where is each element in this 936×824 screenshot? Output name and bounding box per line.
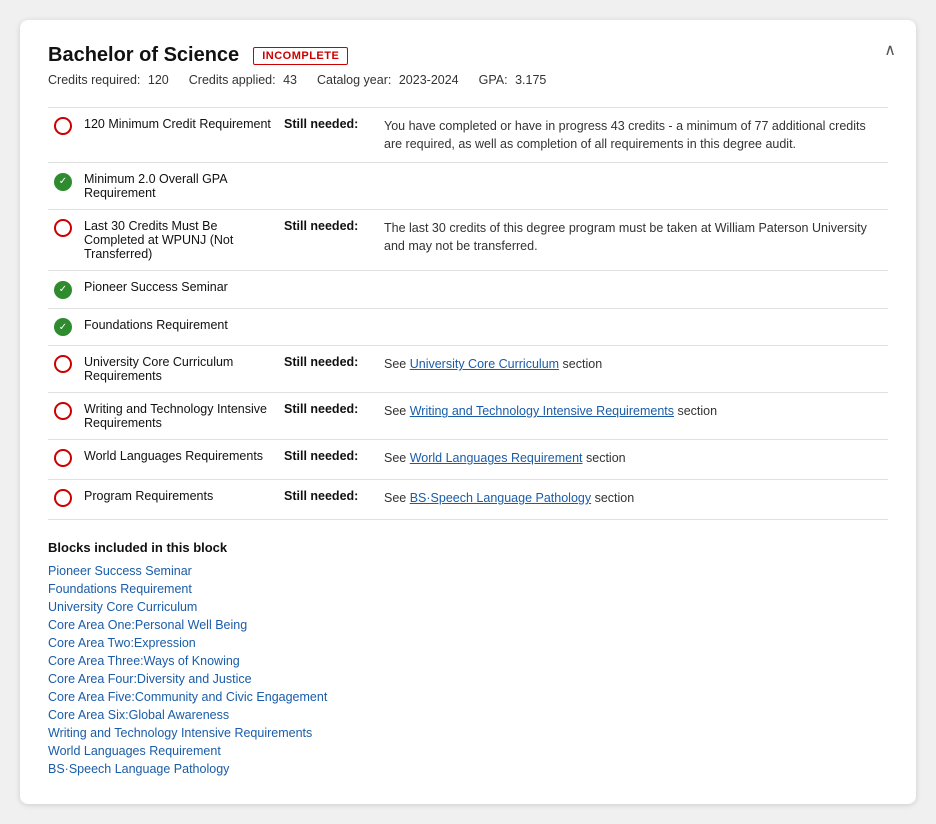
block-link[interactable]: Core Area Three:Ways of Knowing <box>48 654 240 668</box>
requirement-description: See BS·Speech Language Pathology section <box>378 480 888 520</box>
table-row: ✓ Pioneer Success Seminar <box>48 271 888 309</box>
requirement-name: Writing and Technology Intensive Require… <box>78 393 278 440</box>
credits-applied: Credits applied: 43 <box>189 73 297 87</box>
catalog-year: Catalog year: 2023-2024 <box>317 73 459 87</box>
requirement-description: See University Core Curriculum section <box>378 346 888 393</box>
still-needed-label: Still needed: <box>278 210 378 271</box>
requirement-name: World Languages Requirements <box>78 440 278 480</box>
meta-row: Credits required: 120 Credits applied: 4… <box>48 73 888 87</box>
incomplete-icon <box>54 219 72 237</box>
incomplete-icon <box>54 117 72 135</box>
requirement-name: Pioneer Success Seminar <box>78 271 278 309</box>
block-link[interactable]: Core Area Four:Diversity and Justice <box>48 672 252 686</box>
incomplete-icon <box>54 449 72 467</box>
still-needed-label: Still needed: <box>278 393 378 440</box>
block-link[interactable]: Pioneer Success Seminar <box>48 564 192 578</box>
block-link[interactable]: Core Area Six:Global Awareness <box>48 708 229 722</box>
requirement-name: University Core Curriculum Requirements <box>78 346 278 393</box>
requirement-link[interactable]: BS·Speech Language Pathology <box>410 491 591 505</box>
list-item: Core Area Four:Diversity and Justice <box>48 671 888 686</box>
requirement-description <box>378 308 888 346</box>
requirement-description: The last 30 credits of this degree progr… <box>378 210 888 271</box>
block-link[interactable]: University Core Curriculum <box>48 600 197 614</box>
block-link[interactable]: World Languages Requirement <box>48 744 221 758</box>
incomplete-icon <box>54 489 72 507</box>
still-needed-label: Still needed: <box>278 480 378 520</box>
requirement-description: See World Languages Requirement section <box>378 440 888 480</box>
table-row: Last 30 Credits Must Be Completed at WPU… <box>48 210 888 271</box>
block-link[interactable]: Core Area One:Personal Well Being <box>48 618 247 632</box>
list-item: Writing and Technology Intensive Require… <box>48 725 888 740</box>
complete-icon: ✓ <box>54 318 72 336</box>
list-item: Core Area Three:Ways of Knowing <box>48 653 888 668</box>
gpa: GPA: 3.175 <box>479 73 547 87</box>
list-item: Core Area Two:Expression <box>48 635 888 650</box>
complete-icon: ✓ <box>54 281 72 299</box>
requirement-description <box>378 271 888 309</box>
still-needed-label <box>278 308 378 346</box>
collapse-button[interactable]: ∧ <box>884 40 896 60</box>
requirement-description: You have completed or have in progress 4… <box>378 108 888 163</box>
still-needed-label: Still needed: <box>278 108 378 163</box>
incomplete-icon <box>54 402 72 420</box>
list-item: Pioneer Success Seminar <box>48 563 888 578</box>
list-item: World Languages Requirement <box>48 743 888 758</box>
degree-title: Bachelor of Science <box>48 44 239 67</box>
requirement-name: Minimum 2.0 Overall GPA Requirement <box>78 163 278 210</box>
table-row: ✓ Minimum 2.0 Overall GPA Requirement <box>48 163 888 210</box>
block-link[interactable]: Core Area Five:Community and Civic Engag… <box>48 690 327 704</box>
table-row: ✓ Foundations Requirement <box>48 308 888 346</box>
requirement-description <box>378 163 888 210</box>
credits-required: Credits required: 120 <box>48 73 169 87</box>
blocks-list: Pioneer Success Seminar Foundations Requi… <box>48 563 888 776</box>
still-needed-label: Still needed: <box>278 440 378 480</box>
table-row: World Languages RequirementsStill needed… <box>48 440 888 480</box>
table-row: Program RequirementsStill needed:See BS·… <box>48 480 888 520</box>
list-item: Core Area Five:Community and Civic Engag… <box>48 689 888 704</box>
block-link[interactable]: Foundations Requirement <box>48 582 192 596</box>
requirement-description: See Writing and Technology Intensive Req… <box>378 393 888 440</box>
list-item: Core Area Six:Global Awareness <box>48 707 888 722</box>
table-row: 120 Minimum Credit RequirementStill need… <box>48 108 888 163</box>
still-needed-label: Still needed: <box>278 346 378 393</box>
block-link[interactable]: Core Area Two:Expression <box>48 636 196 650</box>
block-link[interactable]: Writing and Technology Intensive Require… <box>48 726 312 740</box>
requirement-link[interactable]: World Languages Requirement <box>410 451 583 465</box>
blocks-section: Blocks included in this block Pioneer Su… <box>48 540 888 776</box>
list-item: Foundations Requirement <box>48 581 888 596</box>
requirement-link[interactable]: Writing and Technology Intensive Require… <box>410 404 674 418</box>
still-needed-label <box>278 271 378 309</box>
requirement-name: Last 30 Credits Must Be Completed at WPU… <box>78 210 278 271</box>
blocks-title: Blocks included in this block <box>48 540 888 555</box>
status-badge: INCOMPLETE <box>253 47 348 65</box>
requirement-name: Program Requirements <box>78 480 278 520</box>
requirement-name: Foundations Requirement <box>78 308 278 346</box>
block-link[interactable]: BS·Speech Language Pathology <box>48 762 229 776</box>
card-header: Bachelor of Science INCOMPLETE <box>48 44 888 67</box>
degree-audit-card: Bachelor of Science INCOMPLETE ∧ Credits… <box>20 20 916 804</box>
table-row: Writing and Technology Intensive Require… <box>48 393 888 440</box>
complete-icon: ✓ <box>54 173 72 191</box>
table-row: University Core Curriculum RequirementsS… <box>48 346 888 393</box>
requirements-table: 120 Minimum Credit RequirementStill need… <box>48 107 888 520</box>
list-item: BS·Speech Language Pathology <box>48 761 888 776</box>
incomplete-icon <box>54 355 72 373</box>
still-needed-label <box>278 163 378 210</box>
requirement-link[interactable]: University Core Curriculum <box>410 357 559 371</box>
requirement-name: 120 Minimum Credit Requirement <box>78 108 278 163</box>
list-item: University Core Curriculum <box>48 599 888 614</box>
list-item: Core Area One:Personal Well Being <box>48 617 888 632</box>
